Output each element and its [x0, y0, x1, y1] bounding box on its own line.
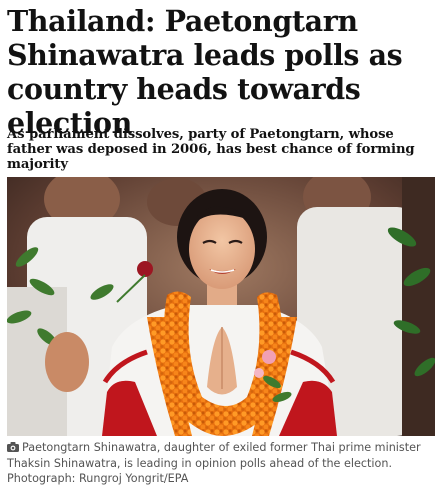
caption-text: Paetongtarn Shinawatra, daughter of exil…: [7, 441, 421, 470]
article-page: Thailand: Paetongtarn Shinawatra leads p…: [0, 0, 440, 491]
photo-caption: Paetongtarn Shinawatra, daughter of exil…: [7, 440, 433, 486]
article-headline: Thailand: Paetongtarn Shinawatra leads p…: [7, 4, 403, 140]
article-photo: [7, 177, 435, 436]
article-standfirst: As parliament dissolves, party of Paeton…: [7, 127, 415, 172]
photo-credit: Photograph: Rungroj Yongrit/EPA: [7, 472, 189, 485]
camera-icon: [7, 441, 19, 456]
photo-illustration: [7, 177, 435, 436]
